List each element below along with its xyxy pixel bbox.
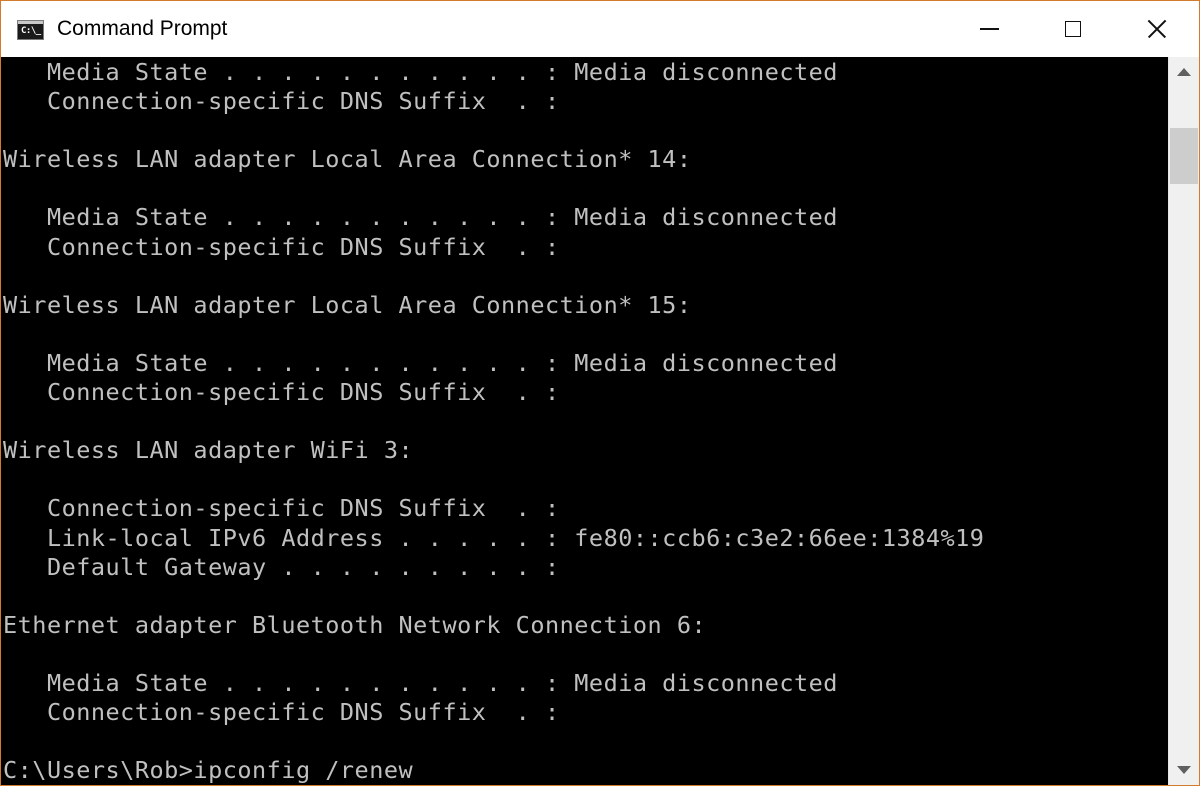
console-line: Connection-specific DNS Suffix . : xyxy=(3,232,560,261)
title-bar[interactable]: C:\_ Command Prompt xyxy=(1,1,1199,57)
cmd-icon: C:\_ xyxy=(17,20,44,40)
maximize-button[interactable] xyxy=(1031,1,1115,57)
vertical-scrollbar[interactable] xyxy=(1168,57,1199,785)
console-line: Wireless LAN adapter WiFi 3: xyxy=(3,436,414,465)
close-icon xyxy=(1147,19,1167,39)
console-line: Connection-specific DNS Suffix . : xyxy=(3,87,560,116)
minimize-button[interactable] xyxy=(947,1,1031,57)
cmd-icon-bar xyxy=(18,21,43,24)
console-line: Connection-specific DNS Suffix . : xyxy=(3,494,560,523)
command-prompt-window: C:\_ Command Prompt Media State . . . . … xyxy=(0,0,1200,786)
console-line: Media State . . . . . . . . . . . : Medi… xyxy=(3,668,838,697)
console-line: Default Gateway . . . . . . . . . : xyxy=(3,552,560,581)
scrollbar-thumb[interactable] xyxy=(1170,128,1198,184)
console-line: Media State . . . . . . . . . . . : Medi… xyxy=(3,203,838,232)
console-line: Connection-specific DNS Suffix . : xyxy=(3,698,560,727)
console-line: Media State . . . . . . . . . . . : Medi… xyxy=(3,348,838,377)
console-line: Wireless LAN adapter Local Area Connecti… xyxy=(3,290,692,319)
console-line: Media State . . . . . . . . . . . : Medi… xyxy=(3,58,838,86)
console-line: Wireless LAN adapter Local Area Connecti… xyxy=(3,145,692,174)
cmd-icon-text: C:\_ xyxy=(21,26,41,36)
console-text: Media State . . . . . . . . . . . : Medi… xyxy=(3,58,984,785)
chevron-down-icon xyxy=(1177,766,1191,774)
scroll-up-button[interactable] xyxy=(1169,57,1199,87)
console-line: Ethernet adapter Bluetooth Network Conne… xyxy=(3,610,707,639)
console-line: Connection-specific DNS Suffix . : xyxy=(3,378,560,407)
minimize-icon xyxy=(979,28,999,30)
console-line: C:\Users\Rob>ipconfig /renew xyxy=(3,756,414,785)
console-output[interactable]: Media State . . . . . . . . . . . : Medi… xyxy=(1,57,1168,785)
close-button[interactable] xyxy=(1115,1,1199,57)
scroll-down-button[interactable] xyxy=(1169,755,1199,785)
window-title: Command Prompt xyxy=(57,17,228,40)
chevron-up-icon xyxy=(1177,68,1191,76)
maximize-icon xyxy=(1065,21,1081,37)
console-line: Link-local IPv6 Address . . . . . : fe80… xyxy=(3,523,985,552)
